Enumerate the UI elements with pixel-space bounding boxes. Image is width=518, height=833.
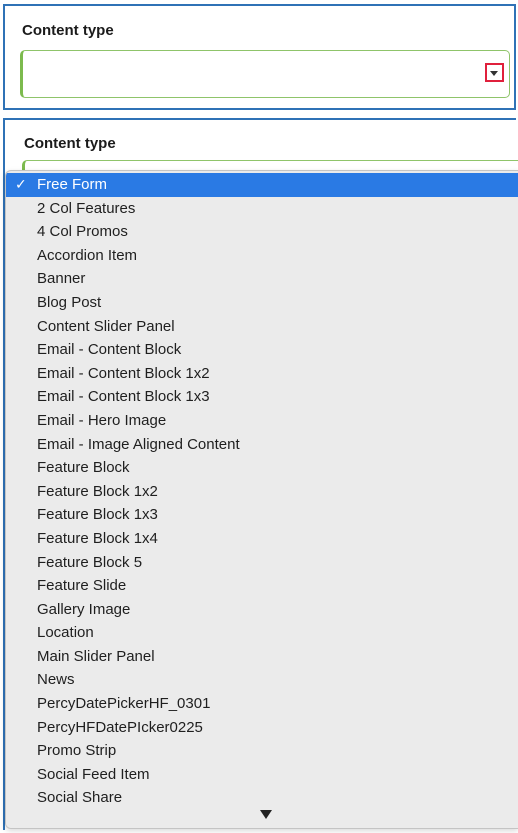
- content-type-panel-closed: Content type: [3, 4, 516, 110]
- dropdown-option[interactable]: Location: [6, 621, 518, 645]
- dropdown-option-label: Free Form: [37, 176, 108, 193]
- dropdown-option[interactable]: Social Feed Item: [6, 763, 518, 787]
- scroll-down-indicator[interactable]: [6, 802, 518, 828]
- dropdown-option-label: Email - Content Block 1x3: [37, 388, 210, 406]
- dropdown-option-label: Feature Slide: [37, 577, 127, 595]
- dropdown-option[interactable]: Email - Content Block: [6, 338, 518, 362]
- dropdown-option[interactable]: Gallery Image: [6, 598, 518, 622]
- dropdown-option[interactable]: PercyHFDatePIcker0225: [6, 716, 518, 740]
- content-type-label: Content type: [22, 22, 114, 39]
- scroll-down-arrow-icon: [260, 810, 272, 819]
- dropdown-option-label: Accordion Item: [37, 246, 138, 264]
- dropdown-option-label: 4 Col Promos: [37, 223, 128, 241]
- dropdown-option[interactable]: Content Slider Panel: [6, 315, 518, 339]
- dropdown-option[interactable]: Email - Image Aligned Content: [6, 433, 518, 457]
- dropdown-option-label: Email - Content Block 1x2: [37, 364, 210, 382]
- dropdown-option[interactable]: ✓ Free Form: [6, 173, 518, 197]
- dropdown-option[interactable]: Email - Content Block 1x2: [6, 362, 518, 386]
- dropdown-option[interactable]: Feature Block 1x2: [6, 480, 518, 504]
- dropdown-option[interactable]: Feature Block 1x3: [6, 503, 518, 527]
- dropdown-option[interactable]: 4 Col Promos: [6, 220, 518, 244]
- dropdown-option[interactable]: Banner: [6, 267, 518, 291]
- dropdown-option-label: Content Slider Panel: [37, 317, 175, 335]
- dropdown-option[interactable]: Email - Hero Image: [6, 409, 518, 433]
- content-type-dropdown-menu[interactable]: ✓ Free Form 2 Col Features 4 Col Promos Acco…: [5, 170, 518, 829]
- dropdown-option[interactable]: PercyDatePickerHF_0301: [6, 692, 518, 716]
- dropdown-option[interactable]: 2 Col Features: [6, 197, 518, 221]
- dropdown-option-label: Social Feed Item: [37, 765, 150, 783]
- chevron-down-icon: [490, 71, 498, 76]
- dropdown-option-label: PercyDatePickerHF_0301: [37, 695, 211, 713]
- dropdown-option-label: Feature Block: [37, 459, 130, 477]
- dropdown-option-label: Feature Block 5: [37, 553, 143, 571]
- content-type-label: Content type: [24, 135, 116, 152]
- dropdown-option-label: Feature Block 1x2: [37, 482, 158, 500]
- dropdown-option-label: PercyHFDatePIcker0225: [37, 718, 203, 736]
- dropdown-option[interactable]: Email - Content Block 1x3: [6, 385, 518, 409]
- dropdown-option-label: Email - Content Block: [37, 341, 182, 359]
- content-type-select[interactable]: [20, 50, 510, 98]
- dropdown-option-label: Promo Strip: [37, 742, 117, 760]
- dropdown-option-label: Feature Block 1x3: [37, 506, 158, 524]
- dropdown-option-label: Location: [37, 624, 94, 642]
- dropdown-option[interactable]: Blog Post: [6, 291, 518, 315]
- dropdown-option-label: News: [37, 671, 75, 689]
- dropdown-option[interactable]: Accordion Item: [6, 244, 518, 268]
- dropdown-toggle-button[interactable]: [485, 63, 504, 82]
- dropdown-option[interactable]: Feature Block 1x4: [6, 527, 518, 551]
- dropdown-option-label: Email - Hero Image: [37, 411, 167, 429]
- dropdown-option[interactable]: Feature Slide: [6, 574, 518, 598]
- option-list: ✓ Free Form 2 Col Features 4 Col Promos Acco…: [6, 171, 518, 810]
- dropdown-option-label: Main Slider Panel: [37, 647, 155, 665]
- dropdown-option[interactable]: Promo Strip: [6, 739, 518, 763]
- dropdown-option[interactable]: Feature Block: [6, 456, 518, 480]
- dropdown-option[interactable]: Feature Block 5: [6, 551, 518, 575]
- dropdown-option-label: Banner: [37, 270, 86, 288]
- dropdown-option-label: Blog Post: [37, 293, 102, 311]
- dropdown-option[interactable]: Main Slider Panel: [6, 645, 518, 669]
- check-icon: ✓: [15, 176, 27, 192]
- dropdown-option-label: Feature Block 1x4: [37, 529, 158, 547]
- dropdown-option-label: 2 Col Features: [37, 199, 136, 217]
- dropdown-option-label: Gallery Image: [37, 600, 131, 618]
- dropdown-option[interactable]: News: [6, 668, 518, 692]
- dropdown-option-label: Email - Image Aligned Content: [37, 435, 240, 453]
